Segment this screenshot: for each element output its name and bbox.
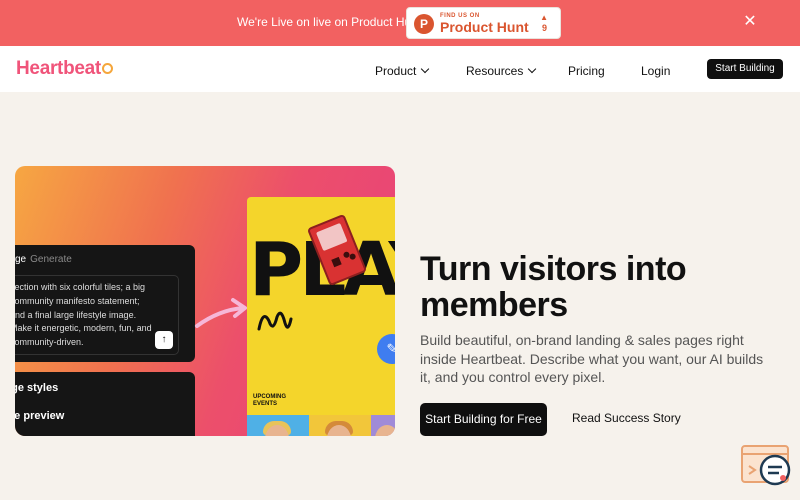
nav-item-label: Product [375, 64, 417, 78]
upvote-arrow-icon: ▲ [540, 13, 548, 22]
tile-photo [309, 415, 371, 436]
logo-text: Heartbeat [16, 58, 101, 79]
start-building-free-button[interactable]: Start Building for Free [420, 403, 547, 436]
announcement-bar: We're Live on live on Product Hunt P FIN… [0, 0, 800, 46]
nav-item-label: Login [641, 64, 671, 78]
start-building-button[interactable]: Start Building [707, 59, 783, 79]
nav-item-product[interactable]: Product [375, 64, 430, 78]
styles-line: age styles [15, 382, 59, 394]
upvote-count: 9 [541, 23, 547, 33]
announcement-text: We're Live on live on Product Hunt [237, 15, 422, 29]
event-tiles [247, 415, 395, 436]
prompt-input: section with six colorful tiles; a big c… [15, 275, 179, 355]
squiggle-arrow-icon [195, 298, 247, 328]
scribble-icon [257, 311, 293, 331]
nav-item-login[interactable]: Login [641, 64, 670, 78]
tile-photo [371, 415, 395, 436]
prompt-text: section with six colorful tiles; a big c… [15, 282, 152, 348]
product-hunt-badge[interactable]: P FIND US ON Product Hunt ▲ 9 [406, 7, 561, 39]
read-success-story-link[interactable]: Read Success Story [572, 411, 681, 425]
nav-item-label: Pricing [568, 64, 605, 78]
nav-item-label: Resources [466, 64, 524, 78]
product-hunt-logo-icon: P [414, 14, 434, 34]
chevron-down-icon [421, 64, 430, 74]
close-icon[interactable]: ✕ [742, 14, 758, 30]
chevron-down-icon [528, 64, 537, 74]
ai-prompt-card: geGenerate section with six colorful til… [15, 245, 195, 362]
nav-item-resources[interactable]: Resources [466, 64, 537, 78]
top-nav: Heartbeat Product Resources Pricing Logi… [0, 46, 800, 92]
heartbeat-logo[interactable]: Heartbeat [16, 58, 113, 80]
hero-image: geGenerate section with six colorful til… [15, 166, 395, 436]
product-hunt-label: Product Hunt [440, 19, 529, 35]
prompt-tabs: ge Generate [15, 254, 72, 265]
hero-title: Turn visitors into members [420, 250, 687, 324]
chat-support-icon[interactable] [741, 444, 791, 490]
logo-dot-icon [101, 63, 113, 74]
prompt-tab-active: ge [15, 254, 27, 265]
upcoming-events-label: UPCOMING EVENTS [253, 394, 286, 407]
tile-photo [247, 415, 309, 436]
play-website-preview: PLAY UPCOMING EVENTS [247, 197, 395, 436]
prompt-tab-generate: Generate [30, 254, 72, 265]
styles-card: age styles ive preview [15, 372, 195, 436]
styles-line: ive preview [15, 410, 65, 422]
send-arrow-icon: ↑ [155, 331, 173, 349]
nav-item-pricing[interactable]: Pricing [568, 64, 605, 78]
hero-subtitle: Build beautiful, on-brand landing & sale… [420, 332, 764, 385]
